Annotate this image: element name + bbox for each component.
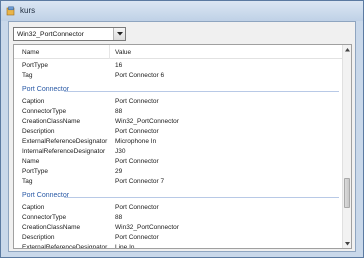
property-value: Port Connector xyxy=(115,127,159,135)
property-value: 88 xyxy=(115,107,123,115)
chevron-down-icon xyxy=(117,32,123,36)
group-header[interactable]: Port Connector xyxy=(14,191,343,202)
title-bar[interactable]: kurs xyxy=(1,1,363,21)
table-row[interactable]: Caption Port Connector xyxy=(14,202,343,212)
property-value: 29 xyxy=(115,167,123,175)
group-header[interactable]: Port Connector xyxy=(14,85,343,96)
main-window: kurs Win32_PortConnector Name Value Port… xyxy=(0,0,364,258)
column-header-value[interactable]: Value xyxy=(115,49,131,56)
property-value: Microphone In xyxy=(115,137,157,145)
group-divider xyxy=(64,197,339,198)
column-header-name[interactable]: Name xyxy=(22,49,39,56)
property-value: 16 xyxy=(115,61,123,69)
table-row[interactable]: CreationClassName Win32_PortConnector xyxy=(14,116,343,126)
window-title: kurs xyxy=(20,6,36,15)
property-name: CreationClassName xyxy=(22,223,81,231)
dropdown-button[interactable] xyxy=(113,28,125,40)
property-name: Tag xyxy=(22,177,33,185)
property-value: Port Connector xyxy=(115,97,159,105)
property-value: Port Connector 6 xyxy=(115,71,165,79)
property-value: 88 xyxy=(115,213,123,221)
app-icon xyxy=(6,6,16,16)
group-label: Port Connector xyxy=(22,86,70,93)
group-divider xyxy=(64,91,339,92)
table-row[interactable]: InternalReferenceDesignator J30 xyxy=(14,146,343,156)
class-select[interactable]: Win32_PortConnector xyxy=(13,27,126,41)
property-name: Name xyxy=(22,157,40,165)
client-area: Win32_PortConnector Name Value PortType 1… xyxy=(8,21,356,252)
property-name: ExternalReferenceDesignator xyxy=(22,243,108,249)
grid-header: Name Value xyxy=(14,45,343,59)
scrollbar-thumb[interactable] xyxy=(344,178,350,208)
arrow-down-icon xyxy=(344,241,350,245)
column-divider[interactable] xyxy=(109,45,110,59)
property-name: Tag xyxy=(22,71,33,79)
table-row[interactable]: Tag Port Connector 7 xyxy=(14,176,343,186)
property-name: PortType xyxy=(22,61,49,69)
property-name: PortType xyxy=(22,167,49,175)
property-name: Caption xyxy=(22,203,45,211)
table-row[interactable]: ConnectorType 88 xyxy=(14,212,343,222)
property-value: Port Connector xyxy=(115,203,159,211)
table-row[interactable]: Name Port Connector xyxy=(14,156,343,166)
property-value: Port Connector xyxy=(115,157,159,165)
property-name: ConnectorType xyxy=(22,213,67,221)
table-row[interactable]: ConnectorType 88 xyxy=(14,106,343,116)
property-value: J30 xyxy=(115,147,126,155)
property-value: Line In xyxy=(115,243,135,249)
table-row[interactable]: Description Port Connector xyxy=(14,126,343,136)
class-select-value: Win32_PortConnector xyxy=(17,30,84,38)
property-value: Port Connector 7 xyxy=(115,177,165,185)
group-label: Port Connector xyxy=(22,192,70,199)
property-name: Description xyxy=(22,127,55,135)
property-value: Win32_PortConnector xyxy=(115,117,179,125)
property-name: ConnectorType xyxy=(22,107,67,115)
scroll-up-button[interactable] xyxy=(343,45,351,54)
property-name: ExternalReferenceDesignator xyxy=(22,137,108,145)
table-row[interactable]: Caption Port Connector xyxy=(14,96,343,106)
table-row[interactable]: PortType 29 xyxy=(14,166,343,176)
property-name: CreationClassName xyxy=(22,117,81,125)
property-name: InternalReferenceDesignator xyxy=(22,147,106,155)
property-value: Port Connector xyxy=(115,233,159,241)
scroll-down-button[interactable] xyxy=(343,239,351,248)
table-row[interactable]: ExternalReferenceDesignator Line In xyxy=(14,242,343,249)
arrow-up-icon xyxy=(344,47,350,51)
table-row[interactable]: PortType 16 xyxy=(14,60,343,70)
property-grid[interactable]: Name Value PortType 16 Tag Port Connector 6… xyxy=(13,44,352,249)
table-row[interactable]: ExternalReferenceDesignator Microphone In xyxy=(14,136,343,146)
property-name: Description xyxy=(22,233,55,241)
table-row[interactable]: Description Port Connector xyxy=(14,232,343,242)
vertical-scrollbar[interactable] xyxy=(342,45,351,248)
property-value: Win32_PortConnector xyxy=(115,223,179,231)
table-row[interactable]: CreationClassName Win32_PortConnector xyxy=(14,222,343,232)
grid-rows: PortType 16 Tag Port Connector 6 Port Connec… xyxy=(14,60,343,249)
table-row[interactable]: Tag Port Connector 6 xyxy=(14,70,343,80)
property-name: Caption xyxy=(22,97,45,105)
